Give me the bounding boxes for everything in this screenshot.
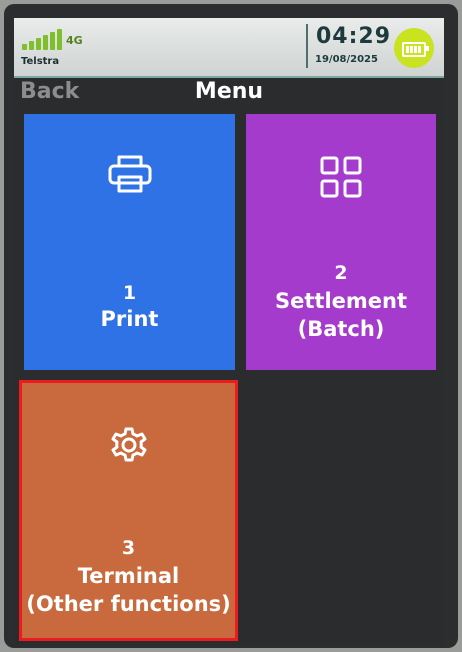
tile-label: Settlement <box>275 289 407 313</box>
status-divider <box>306 24 308 68</box>
status-bar: 4G Telstra 04:29 19/08/2025 <box>14 18 444 78</box>
carrier-name: Telstra <box>21 56 60 67</box>
tile-number: 2 <box>334 262 348 284</box>
page-title: Menu <box>194 79 264 104</box>
clock-time: 04:29 <box>316 24 392 49</box>
tile-number: 1 <box>122 282 137 304</box>
menu-tile-settlement[interactable]: 2 Settlement (Batch) <box>246 114 436 370</box>
tile-sublabel: (Batch) <box>297 317 385 341</box>
tile-label: Terminal <box>77 564 180 588</box>
battery-full-icon <box>394 28 434 68</box>
nav-bar: Back Menu <box>14 78 444 108</box>
tile-number: 3 <box>121 537 136 559</box>
menu-tile-terminal[interactable]: 3 Terminal (Other functions) <box>19 380 238 641</box>
grid-icon <box>318 154 364 204</box>
tile-label: Print <box>100 307 159 331</box>
gear-icon <box>107 423 151 471</box>
terminal-screen: 4G Telstra 04:29 19/08/2025 Back Menu 1 … <box>14 18 444 646</box>
menu-tile-print[interactable]: 1 Print <box>24 114 235 370</box>
printer-icon <box>107 154 153 198</box>
tile-sublabel: (Other functions) <box>26 592 231 616</box>
clock-date: 19/08/2025 <box>315 54 378 65</box>
network-type: 4G <box>66 34 83 47</box>
